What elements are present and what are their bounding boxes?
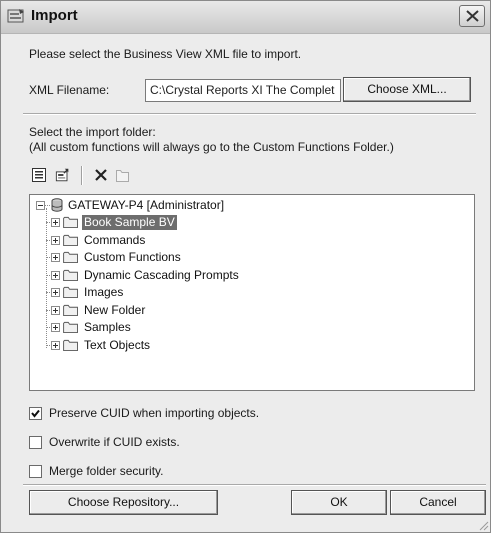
tree-folder-item[interactable]: Images [46, 285, 254, 301]
expand-icon[interactable] [51, 340, 60, 350]
close-button[interactable] [459, 5, 485, 27]
title-bar: Import [1, 1, 490, 34]
tree-folder-label: Images [84, 285, 124, 299]
tree-folder-label: Text Objects [84, 337, 151, 352]
tree-folder-item[interactable]: Dynamic Cascading Prompts [46, 267, 254, 284]
tree-folder-item[interactable]: Book Sample BV [46, 215, 254, 231]
folder-icon [63, 286, 78, 298]
xml-filename-field[interactable]: C:\Crystal Reports XI The Complet [145, 79, 341, 102]
tree-folder-label: Custom Functions [84, 250, 181, 264]
folder-up-icon[interactable] [115, 167, 131, 183]
expand-icon[interactable] [51, 305, 60, 315]
import-folder-label: Select the import folder: [29, 125, 156, 139]
custom-functions-note: (All custom functions will always go to … [29, 140, 394, 154]
choose-repository-button[interactable]: Choose Repository... [29, 490, 218, 515]
folder-icon [63, 234, 78, 246]
close-icon [466, 10, 479, 22]
tree-root-label: GATEWAY-P4 [Administrator] [68, 198, 225, 212]
option-checkbox-row[interactable]: Merge folder security. [29, 464, 359, 480]
option-label: Preserve CUID when importing objects. [49, 406, 260, 420]
tree-folder-item[interactable]: Samples [46, 320, 254, 336]
import-app-icon [7, 9, 24, 23]
separator [23, 113, 476, 115]
option-label: Merge folder security. [49, 464, 164, 478]
tree-folder-item[interactable]: Commands [46, 232, 254, 249]
expand-icon[interactable] [51, 218, 60, 227]
resize-grip-icon[interactable] [477, 519, 489, 531]
tree-folder-label: New Folder [84, 302, 146, 317]
tree-folder-label: Dynamic Cascading Prompts [84, 267, 239, 282]
tree-folder-item[interactable]: New Folder [46, 302, 254, 319]
tree-root[interactable]: GATEWAY-P4 [Administrator] [36, 198, 256, 214]
expand-icon[interactable] [51, 323, 60, 332]
server-icon [51, 198, 63, 212]
collapse-icon[interactable] [36, 201, 45, 210]
tree-folder-item[interactable]: Text Objects [46, 337, 254, 354]
folder-icon [63, 269, 78, 281]
checkbox[interactable] [29, 436, 42, 449]
option-checkbox-row[interactable]: Preserve CUID when importing objects. [29, 406, 359, 422]
checkbox[interactable] [29, 407, 42, 420]
tree-folder-label: Book Sample BV [82, 215, 177, 230]
tree-folder-label: Commands [84, 232, 146, 247]
folder-icon [63, 216, 78, 228]
cancel-button[interactable]: Cancel [390, 490, 486, 515]
window-title: Import [31, 7, 78, 24]
expand-icon[interactable] [51, 288, 60, 297]
checkmark-icon [31, 409, 40, 418]
properties-icon[interactable] [31, 167, 47, 183]
import-dialog: Import Please select the Business View X… [0, 0, 491, 533]
folder-icon [63, 321, 78, 333]
expand-icon[interactable] [51, 235, 60, 245]
instruction-text: Please select the Business View XML file… [29, 47, 302, 61]
tree-folder-item[interactable]: Custom Functions [46, 250, 254, 266]
folder-icon [63, 251, 78, 263]
expand-icon[interactable] [51, 270, 60, 280]
checkbox[interactable] [29, 465, 42, 478]
tree-folder-label: Samples [84, 320, 131, 334]
folder-icon [63, 304, 78, 316]
option-checkbox-row[interactable]: Overwrite if CUID exists. [29, 435, 359, 451]
folder-icon [63, 339, 78, 351]
option-label: Overwrite if CUID exists. [49, 435, 180, 449]
folder-tree[interactable]: GATEWAY-P4 [Administrator] Book Sample B… [29, 194, 475, 391]
ok-button[interactable]: OK [291, 490, 387, 515]
new-folder-icon[interactable] [55, 167, 71, 183]
separator [23, 484, 486, 486]
expand-icon[interactable] [51, 253, 60, 262]
choose-xml-button[interactable]: Choose XML... [343, 77, 471, 102]
xml-filename-label: XML Filename: [29, 83, 110, 97]
delete-icon[interactable] [93, 167, 109, 183]
toolbar-separator [81, 166, 83, 185]
